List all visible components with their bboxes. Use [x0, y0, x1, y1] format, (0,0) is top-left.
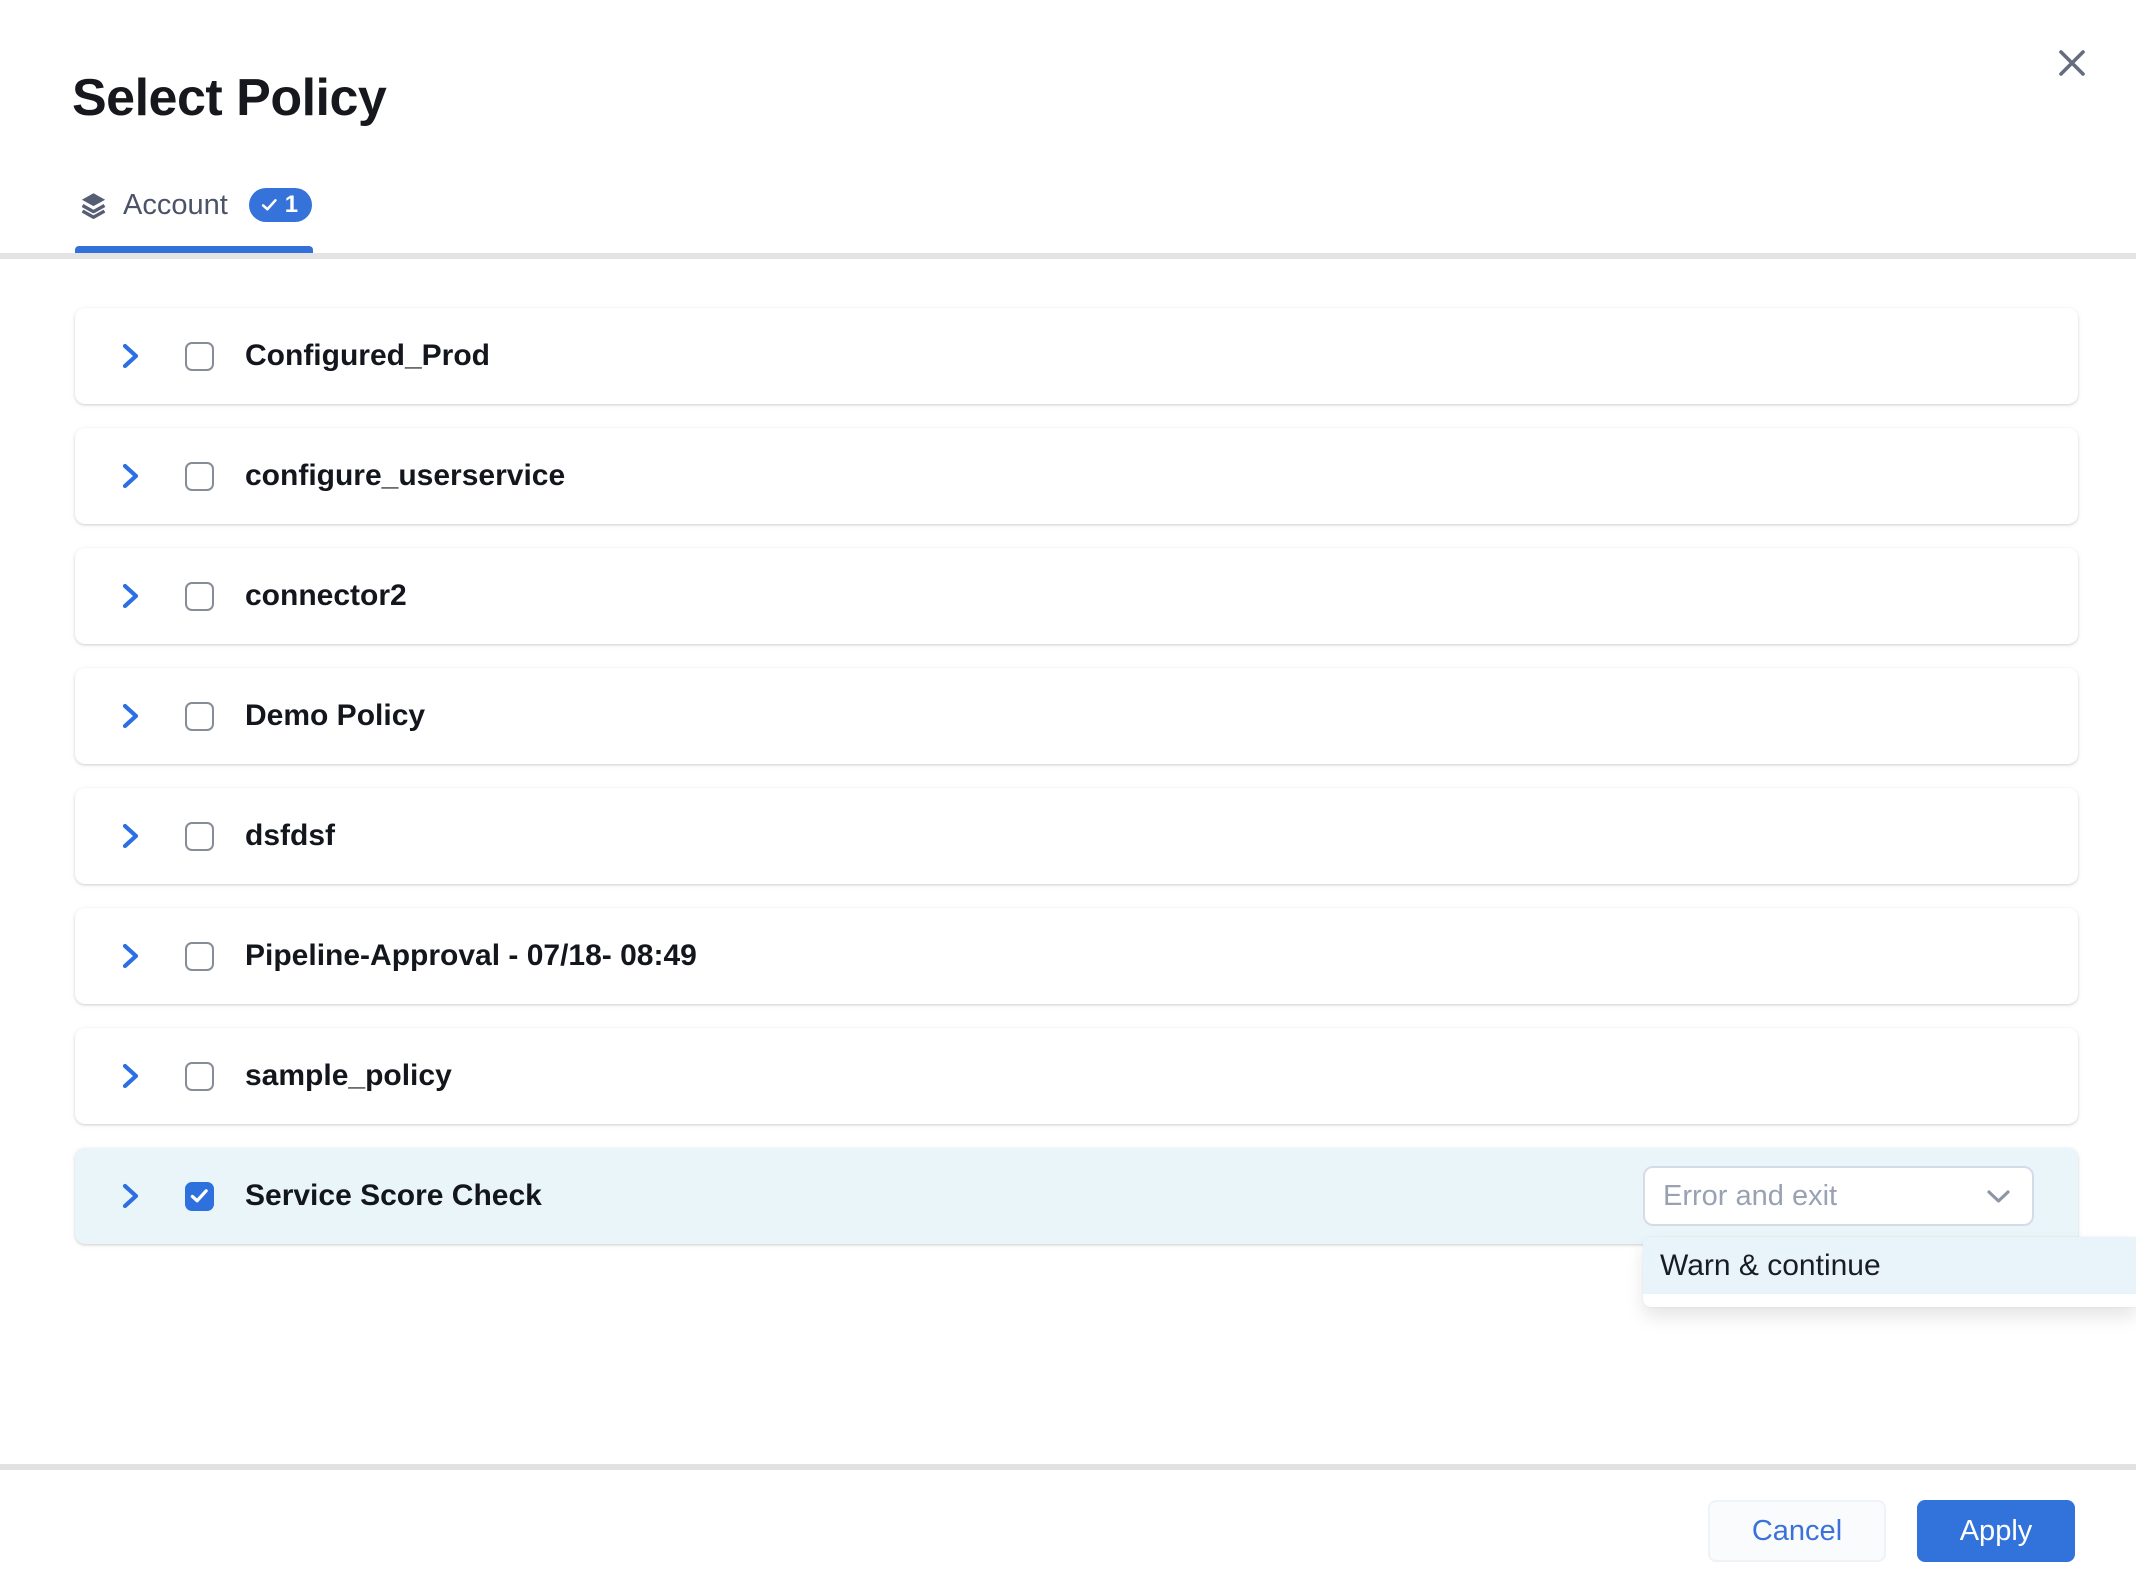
selected-count-badge: 1	[249, 188, 312, 222]
policy-name: dsfdsf	[245, 819, 335, 853]
expand-chevron-icon[interactable]	[117, 1059, 143, 1093]
policy-checkbox[interactable]	[185, 342, 214, 371]
policy-row: Configured_Prod	[75, 308, 2078, 404]
modal-title: Select Policy	[72, 68, 386, 128]
policy-row: dsfdsf	[75, 788, 2078, 884]
expand-chevron-icon[interactable]	[117, 1179, 143, 1213]
policy-checkbox[interactable]	[185, 582, 214, 611]
policy-checkbox[interactable]	[185, 942, 214, 971]
apply-button[interactable]: Apply	[1917, 1500, 2075, 1562]
footer-divider	[0, 1464, 2136, 1470]
policy-name: Pipeline-Approval - 07/18- 08:49	[245, 939, 697, 973]
tab-label: Account	[123, 189, 228, 222]
layers-icon	[78, 190, 109, 221]
policy-checkbox[interactable]	[185, 462, 214, 491]
expand-chevron-icon[interactable]	[117, 939, 143, 973]
policy-row: Demo Policy	[75, 668, 2078, 764]
menu-option-warn-continue[interactable]: Warn & continue	[1643, 1237, 2136, 1294]
policy-row: connector2	[75, 548, 2078, 644]
failure-action-menu: Warn & continue	[1643, 1237, 2136, 1307]
chevron-down-icon	[1985, 1188, 2012, 1205]
check-icon	[261, 198, 278, 212]
policy-row: Pipeline-Approval - 07/18- 08:49	[75, 908, 2078, 1004]
badge-count: 1	[285, 193, 298, 217]
policy-checkbox[interactable]	[185, 702, 214, 731]
header-divider	[0, 253, 2136, 259]
policy-row: configure_userservice	[75, 428, 2078, 524]
expand-chevron-icon[interactable]	[117, 579, 143, 613]
select-policy-modal: Select Policy Account 1 Configured_Prod …	[0, 0, 2136, 1580]
policy-name: Configured_Prod	[245, 339, 490, 373]
cancel-button[interactable]: Cancel	[1708, 1500, 1886, 1562]
expand-chevron-icon[interactable]	[117, 459, 143, 493]
policy-name: Service Score Check	[245, 1179, 542, 1213]
select-placeholder: Error and exit	[1663, 1180, 1837, 1213]
policy-checkbox[interactable]	[185, 822, 214, 851]
close-icon	[2055, 46, 2089, 80]
policy-row: sample_policy	[75, 1028, 2078, 1124]
expand-chevron-icon[interactable]	[117, 699, 143, 733]
expand-chevron-icon[interactable]	[117, 339, 143, 373]
tab-account[interactable]: Account 1	[78, 188, 312, 222]
expand-chevron-icon[interactable]	[117, 819, 143, 853]
close-button[interactable]	[2046, 40, 2098, 86]
policy-checkbox[interactable]	[185, 1182, 214, 1211]
policy-name: sample_policy	[245, 1059, 452, 1093]
policy-name: Demo Policy	[245, 699, 425, 733]
policy-checkbox[interactable]	[185, 1062, 214, 1091]
failure-action-select[interactable]: Error and exit	[1643, 1166, 2034, 1226]
policy-name: configure_userservice	[245, 459, 565, 493]
policy-name: connector2	[245, 579, 407, 613]
policy-row-selected: Service Score Check Error and exit	[75, 1148, 2078, 1244]
active-tab-indicator	[75, 246, 313, 253]
